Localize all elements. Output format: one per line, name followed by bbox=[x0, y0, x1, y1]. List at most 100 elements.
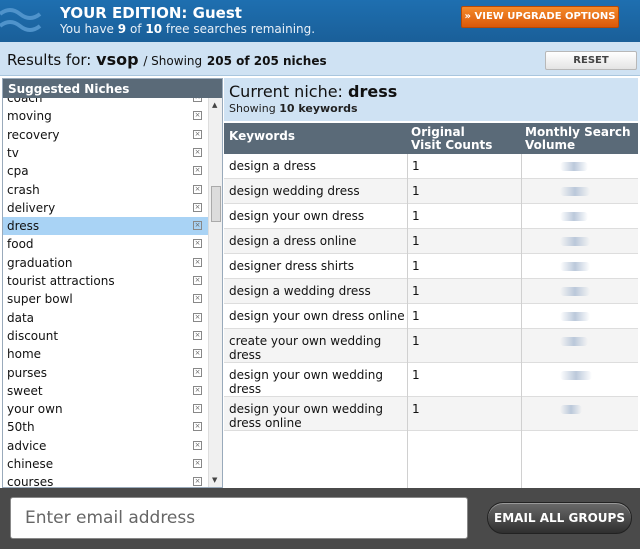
col-visit-counts[interactable]: Original Visit Counts bbox=[411, 126, 492, 152]
table-row[interactable]: design a dress 1 bbox=[224, 154, 638, 179]
niche-label: home bbox=[7, 347, 42, 362]
keyword-cell: design a dress bbox=[229, 159, 316, 173]
remove-niche-icon[interactable]: × bbox=[193, 422, 202, 432]
remove-niche-icon[interactable]: × bbox=[193, 349, 202, 359]
niche-item[interactable]: cpa × bbox=[3, 162, 208, 180]
niche-label: chinese bbox=[7, 457, 54, 471]
remove-niche-icon[interactable]: × bbox=[193, 221, 202, 231]
remove-niche-icon[interactable]: × bbox=[193, 367, 202, 377]
niche-label: recovery bbox=[7, 127, 60, 142]
search-volume-cell bbox=[560, 405, 582, 414]
niche-item[interactable]: sweet × bbox=[3, 382, 208, 400]
scroll-up-arrow-icon[interactable]: ▲ bbox=[212, 101, 217, 109]
keyword-cell: designer dress shirts bbox=[229, 259, 355, 273]
remove-niche-icon[interactable]: × bbox=[193, 385, 202, 395]
niche-item[interactable]: delivery × bbox=[3, 199, 208, 217]
remove-niche-icon[interactable]: × bbox=[193, 184, 202, 194]
suggested-niches-panel: Suggested Niches coach×moving×recovery×t… bbox=[2, 78, 223, 488]
remove-niche-icon[interactable]: × bbox=[193, 129, 202, 139]
remove-niche-icon[interactable]: × bbox=[193, 459, 202, 468]
search-volume-cell bbox=[560, 262, 590, 271]
niche-item[interactable]: discount × bbox=[3, 327, 208, 345]
col-monthly-search-volume[interactable]: Monthly Search Volume bbox=[525, 126, 631, 152]
niche-item[interactable]: 50th × bbox=[3, 418, 208, 436]
scrollbar-thumb[interactable] bbox=[211, 186, 221, 222]
niche-item[interactable]: crash × bbox=[3, 181, 208, 199]
niche-item[interactable]: tv × bbox=[3, 144, 208, 162]
visit-count-cell: 1 bbox=[412, 368, 420, 382]
niche-label: delivery bbox=[7, 200, 56, 215]
niche-item[interactable]: purses × bbox=[3, 364, 208, 382]
bottom-bar: EMAIL ALL GROUPS bbox=[0, 488, 640, 549]
niche-list-scrollbar[interactable]: ▲ ▼ bbox=[208, 98, 222, 487]
table-row[interactable]: design your own wedding dress online 1 bbox=[224, 397, 638, 431]
remove-niche-icon[interactable]: × bbox=[193, 147, 202, 157]
keyword-cell: design your own wedding dress bbox=[229, 368, 383, 396]
remove-niche-icon[interactable]: × bbox=[193, 330, 202, 340]
remove-niche-icon[interactable]: × bbox=[193, 440, 202, 450]
remove-niche-icon[interactable]: × bbox=[193, 276, 202, 285]
logo-waves-icon bbox=[0, 8, 42, 32]
keywords-table-header: Keywords Original Visit Counts Monthly Se… bbox=[224, 123, 638, 154]
remove-niche-icon[interactable]: × bbox=[193, 294, 202, 304]
niche-list[interactable]: coach×moving×recovery×tv×cpa×crash×deliv… bbox=[3, 98, 208, 487]
niche-item[interactable]: chinese × bbox=[3, 455, 208, 473]
remove-niche-icon[interactable]: × bbox=[193, 312, 202, 322]
niche-count: 205 of 205 niches bbox=[206, 54, 327, 68]
niche-label: discount bbox=[7, 328, 59, 343]
visit-count-cell: 1 bbox=[412, 402, 420, 416]
col-keywords[interactable]: Keywords bbox=[229, 130, 295, 143]
table-row[interactable]: design your own dress online 1 bbox=[224, 304, 638, 329]
remove-niche-icon[interactable]: × bbox=[193, 111, 202, 121]
niche-label: sweet bbox=[7, 383, 43, 398]
niche-item[interactable]: dress × bbox=[3, 217, 208, 236]
niche-item[interactable]: data × bbox=[3, 309, 208, 327]
niche-item[interactable]: coach × bbox=[3, 98, 208, 107]
niche-item[interactable]: super bowl × bbox=[3, 290, 208, 308]
email-all-groups-button[interactable]: EMAIL ALL GROUPS bbox=[487, 502, 632, 534]
niche-label: purses bbox=[7, 365, 48, 380]
view-upgrade-options-button[interactable]: » VIEW UPGRADE OPTIONS bbox=[461, 6, 619, 28]
remove-niche-icon[interactable]: × bbox=[193, 166, 202, 176]
table-row[interactable]: design your own dress 1 bbox=[224, 204, 638, 229]
visit-count-cell: 1 bbox=[412, 284, 420, 298]
niche-label: your own bbox=[7, 402, 63, 417]
reset-button[interactable]: RESET bbox=[545, 51, 637, 70]
keyword-cell: design your own wedding dress online bbox=[229, 402, 383, 430]
niche-item[interactable]: advice × bbox=[3, 437, 208, 455]
visit-count-cell: 1 bbox=[412, 234, 420, 248]
niche-item[interactable]: food × bbox=[3, 235, 208, 253]
niche-label: coach bbox=[7, 98, 43, 105]
remove-niche-icon[interactable]: × bbox=[193, 239, 202, 249]
search-volume-cell bbox=[560, 212, 588, 221]
current-niche-header: Current niche: dress Showing 10 keywords bbox=[224, 78, 638, 121]
table-row[interactable]: design a wedding dress 1 bbox=[224, 279, 638, 304]
scroll-down-arrow-icon[interactable]: ▼ bbox=[212, 476, 217, 484]
niche-item[interactable]: graduation × bbox=[3, 254, 208, 272]
email-address-input[interactable] bbox=[10, 497, 468, 539]
search-keyword: vsop bbox=[96, 50, 139, 69]
niche-item[interactable]: courses × bbox=[3, 473, 208, 487]
remove-niche-icon[interactable]: × bbox=[193, 257, 202, 267]
current-niche-title: Current niche: dress bbox=[229, 82, 398, 101]
table-row[interactable]: design wedding dress 1 bbox=[224, 179, 638, 204]
table-row[interactable]: design a dress online 1 bbox=[224, 229, 638, 254]
niche-item[interactable]: your own × bbox=[3, 400, 208, 418]
visit-count-cell: 1 bbox=[412, 209, 420, 223]
niche-item[interactable]: recovery × bbox=[3, 126, 208, 144]
remove-niche-icon[interactable]: × bbox=[193, 404, 202, 414]
table-row[interactable]: designer dress shirts 1 bbox=[224, 254, 638, 279]
niche-label: tv bbox=[7, 145, 19, 160]
visit-count-cell: 1 bbox=[412, 334, 420, 348]
table-row[interactable]: create your own wedding dress 1 bbox=[224, 329, 638, 363]
niche-item[interactable]: moving × bbox=[3, 107, 208, 125]
niche-item[interactable]: home × bbox=[3, 345, 208, 363]
niche-label: moving bbox=[7, 109, 52, 124]
remove-niche-icon[interactable]: × bbox=[193, 98, 202, 102]
remove-niche-icon[interactable]: × bbox=[193, 477, 202, 487]
remove-niche-icon[interactable]: × bbox=[193, 202, 202, 212]
niche-item[interactable]: tourist attractions × bbox=[3, 272, 208, 290]
results-summary: Results for: vsop / Showing 205 of 205 n… bbox=[7, 50, 327, 69]
table-row[interactable]: design your own wedding dress 1 bbox=[224, 363, 638, 397]
niche-label: dress bbox=[7, 219, 40, 234]
